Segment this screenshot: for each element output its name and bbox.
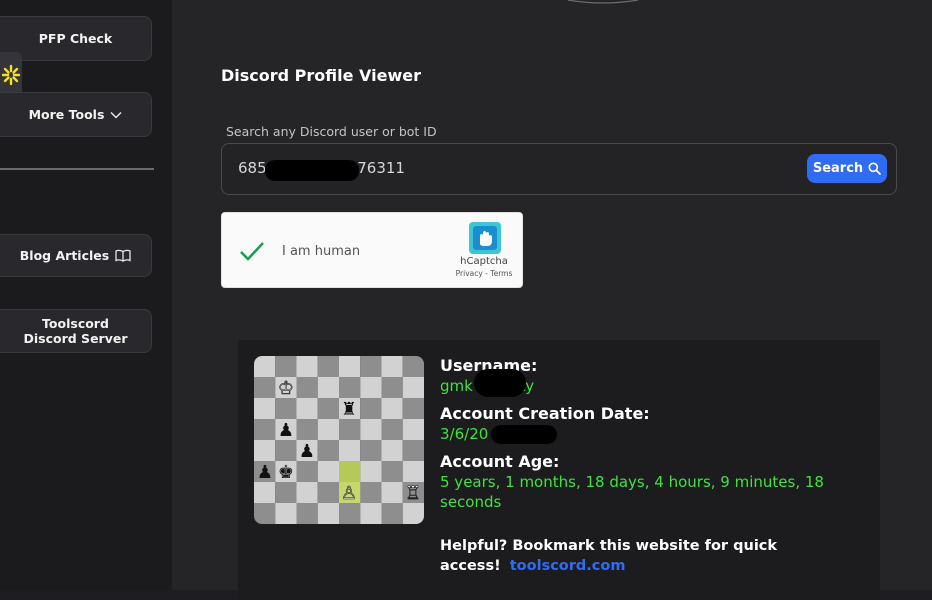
search-button-label: Search — [812, 161, 864, 176]
sidebar-item-label: More Tools — [28, 107, 105, 122]
search-label: Search any Discord user or bot ID — [226, 124, 437, 139]
sidebar-item-pfp-check[interactable]: PFP Check — [0, 16, 152, 61]
profile-result-card: ♔ ♜ ♟ ♟ ♟ ♚ ♙ ♖ Username: gmk polvsky Ac… — [238, 340, 880, 600]
hcaptcha-logo-icon — [469, 222, 501, 258]
svg-text:♙: ♙ — [341, 483, 357, 504]
account-age-value: 5 years, 1 months, 18 days, 4 hours, 9 m… — [440, 473, 824, 511]
checkmark-icon — [239, 239, 265, 267]
captcha-label: I am human — [282, 244, 361, 259]
sidebar-divider — [0, 168, 154, 170]
svg-text:♜: ♜ — [341, 399, 357, 420]
captcha-brand: hCaptcha — [460, 256, 508, 267]
sidebar-item-discord-server[interactable]: Toolscord Discord Server — [0, 309, 152, 353]
page-title: Discord Profile Viewer — [221, 66, 422, 85]
main-content: Discord Profile Viewer Search any Discor… — [172, 0, 932, 600]
chevron-down-icon — [110, 111, 122, 119]
profile-avatar: ♔ ♜ ♟ ♟ ♟ ♚ ♙ ♖ — [254, 356, 424, 524]
captcha-widget[interactable]: I am human hCaptcha Privacy - Terms — [221, 212, 523, 288]
svg-text:♟: ♟ — [257, 462, 273, 483]
scroll-indicator-icon — [567, 0, 639, 4]
svg-text:♔: ♔ — [278, 378, 294, 399]
svg-text:♟: ♟ — [278, 420, 294, 441]
site-link[interactable]: toolscord.com — [510, 558, 626, 574]
sidebar-item-blog-articles[interactable]: Blog Articles — [0, 234, 152, 277]
sidebar-item-label: Toolscord Discord Server — [23, 316, 128, 346]
redaction-mark — [474, 369, 526, 397]
username-value: gmk polvsky — [440, 369, 850, 397]
sidebar-item-label: PFP Check — [38, 31, 113, 46]
bookmark-prompt: Helpful? Bookmark this website for quick… — [440, 536, 800, 576]
sidebar-item-label: Blog Articles — [19, 248, 110, 263]
search-button[interactable]: Search — [807, 154, 887, 183]
search-icon — [868, 162, 882, 175]
creation-date-label: Account Creation Date: — [440, 404, 650, 423]
book-icon — [115, 249, 131, 262]
svg-text:♚: ♚ — [278, 462, 294, 483]
redaction-mark — [491, 425, 557, 444]
account-age-label: Account Age: — [440, 452, 560, 471]
search-box: Search — [221, 143, 897, 195]
captcha-privacy-links[interactable]: Privacy - Terms — [449, 269, 519, 278]
sidebar-item-more-tools[interactable]: More Tools — [0, 92, 152, 137]
redaction-mark — [265, 160, 359, 181]
svg-text:♟: ♟ — [299, 441, 315, 462]
creation-date-value: 3/6/20 :46 PM — [440, 424, 850, 444]
svg-text:♖: ♖ — [405, 483, 421, 504]
profile-info: Username: gmk polvsky Account Creation D… — [440, 356, 850, 520]
sidebar: PFP Check More Tools Blog Articles Tools… — [0, 0, 172, 590]
